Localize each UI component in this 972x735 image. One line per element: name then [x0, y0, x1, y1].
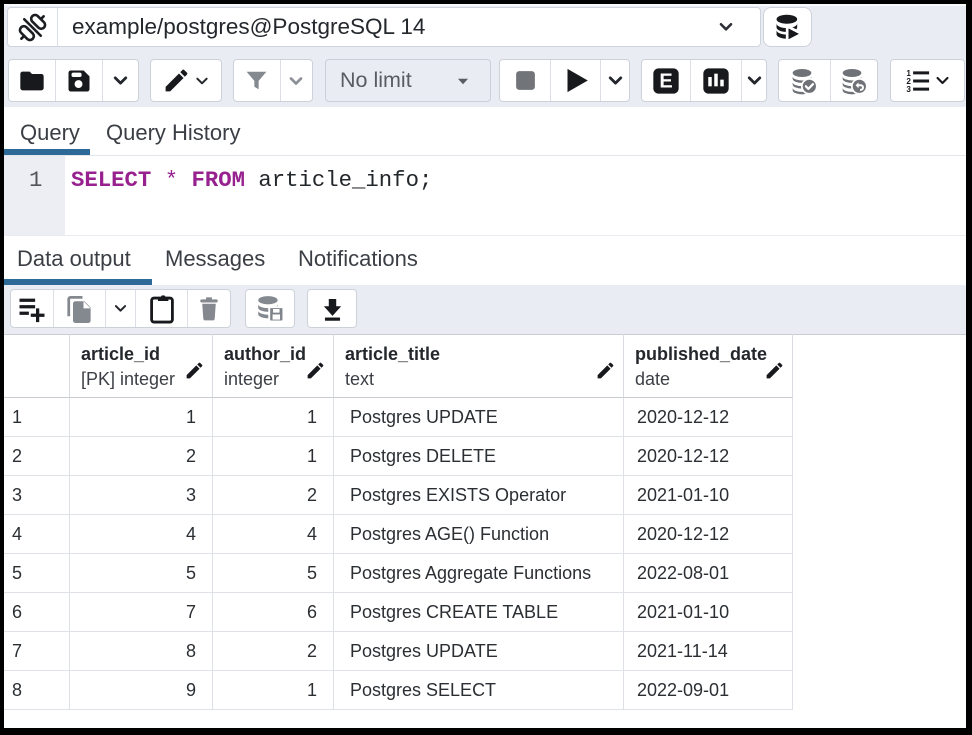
svg-text:E: E	[659, 70, 672, 92]
svg-text:3: 3	[906, 85, 911, 94]
